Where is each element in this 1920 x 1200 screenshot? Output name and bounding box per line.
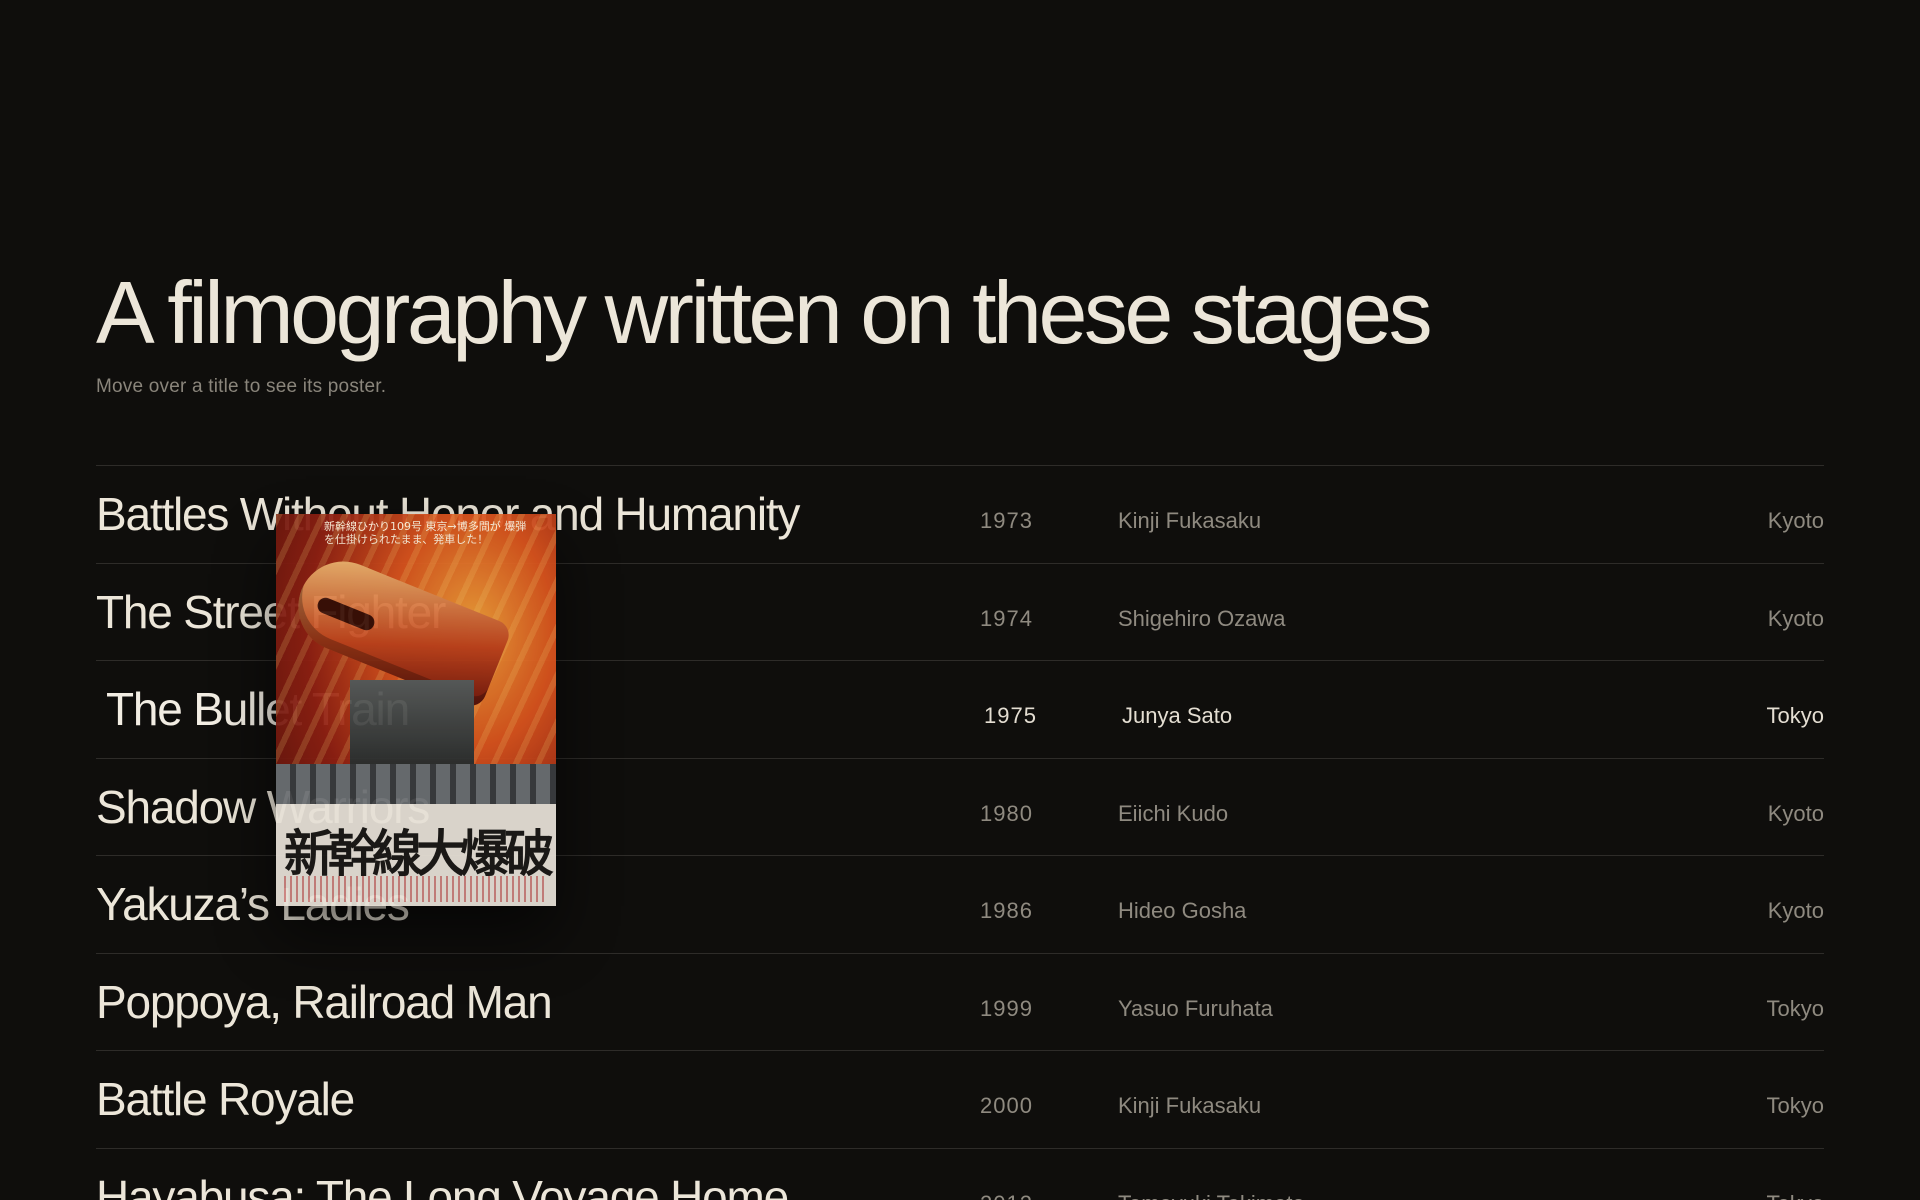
poster-credits [284,876,548,902]
film-year: 1986 [980,898,1033,923]
film-city: Kyoto [1767,508,1824,533]
film-city: Tokyo [1766,995,1824,1021]
film-row[interactable]: Poppoya, Railroad Man 1999 Yasuo Furuhat… [96,954,1824,1051]
film-city: Kyoto [1767,800,1824,826]
film-title[interactable]: Poppoya, Railroad Man [96,974,553,1030]
poster-cast-strip [276,764,556,804]
film-director: Shigehiro Ozawa [1118,605,1286,631]
filmography-page: A filmography written on these stages Mo… [0,0,1920,1200]
film-director: Yasuo Furuhata [1118,995,1273,1021]
film-year: 1975 [984,703,1037,728]
film-row[interactable]: Hayabusa: The Long Voyage Home 2012 Tomo… [96,1149,1824,1200]
film-year: 2000 [980,1093,1033,1118]
poster-headline: 新幹線ひかり109号 東京→博多間が 爆弾を仕掛けられたまま、発車した！ [324,520,527,546]
film-director: Kinji Fukasaku [1118,1093,1262,1118]
film-city: Tokyo [1766,1093,1824,1118]
film-director: Eiichi Kudo [1118,800,1229,826]
film-year: 1999 [980,995,1033,1021]
film-city: Tokyo [1767,1191,1824,1200]
page-title: A filmography written on these stages [96,263,1433,362]
film-director: Kinji Fukasaku [1118,508,1262,533]
film-poster-preview: 新幹線ひかり109号 東京→博多間が 爆弾を仕掛けられたまま、発車した！ 新幹線… [276,514,556,906]
film-year: 1974 [980,605,1033,631]
poster-photo [350,680,474,766]
film-director: Hideo Gosha [1118,898,1247,923]
film-year: 1980 [980,800,1033,826]
film-row[interactable]: Battle Royale 2000 Kinji Fukasaku Tokyo [96,1051,1824,1149]
film-city: Kyoto [1767,605,1824,631]
film-year: 2012 [980,1191,1033,1200]
film-director: Tomoyuki Takimoto [1118,1191,1305,1200]
film-director: Junya Sato [1122,703,1233,728]
film-city: Kyoto [1767,898,1824,923]
film-title[interactable]: Battle Royale [96,1071,355,1127]
film-city: Tokyo [1766,703,1824,728]
film-year: 1973 [980,508,1033,533]
film-title[interactable]: Hayabusa: The Long Voyage Home [96,1169,789,1200]
page-subtitle: Move over a title to see its poster. [96,376,387,397]
